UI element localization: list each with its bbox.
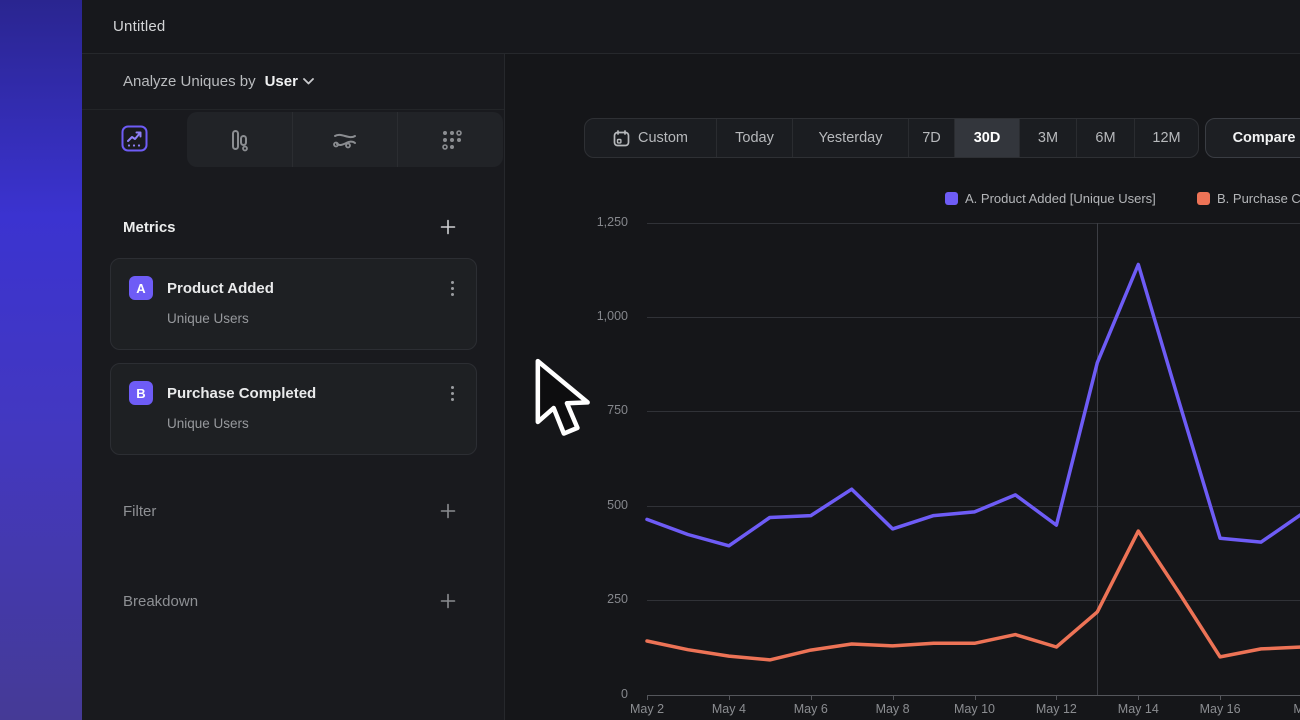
y-axis-label: 1,000 (505, 309, 628, 323)
app-window: Untitled Analyze Uniques by User (82, 0, 1300, 720)
legend-item-b[interactable]: B. Purchase Co (1197, 191, 1300, 206)
tab-flow-chart[interactable] (292, 112, 398, 167)
analyze-by-label: Analyze Uniques by (123, 73, 256, 90)
x-axis-label: May 8 (876, 702, 910, 716)
daterange-option-3m[interactable]: 3M (1019, 119, 1076, 157)
daterange-option-12m[interactable]: 12M (1134, 119, 1198, 157)
analyze-by-dropdown[interactable]: User (265, 73, 314, 90)
daterange-option-today[interactable]: Today (716, 119, 792, 157)
chart-panel: Custom Today Yesterday 7D 30D 3M 6M 12M … (505, 54, 1300, 720)
daterange-option-label: 12M (1152, 130, 1180, 146)
axis-tick (729, 696, 730, 700)
daterange-option-label: 3M (1038, 130, 1058, 146)
compare-button[interactable]: Compare (1205, 118, 1300, 158)
metric-badge-a: A (129, 276, 153, 300)
x-axis-label: May 12 (1036, 702, 1077, 716)
tab-bar-chart[interactable] (187, 112, 292, 167)
y-axis-label: 250 (505, 592, 628, 606)
daterange-option-30d[interactable]: 30D (954, 119, 1019, 157)
filter-section-header: Filter (82, 500, 504, 522)
y-axis-label: 750 (505, 403, 628, 417)
chart-plot-area[interactable] (647, 223, 1300, 695)
axis-tick (1138, 696, 1139, 700)
axis-tick (647, 696, 648, 700)
chart-legend: A. Product Added [Unique Users] B. Purch… (505, 191, 1300, 207)
daterange-option-label: 7D (922, 130, 941, 146)
date-range-bar: Custom Today Yesterday 7D 30D 3M 6M 12M … (584, 118, 1300, 158)
chart-type-tab-group (187, 112, 503, 167)
daterange-option-label: 6M (1095, 130, 1115, 146)
add-metric-button[interactable] (439, 218, 457, 236)
legend-label: A. Product Added [Unique Users] (965, 191, 1156, 206)
report-title[interactable]: Untitled (113, 18, 165, 35)
metric-title[interactable]: Product Added (167, 280, 444, 297)
daterange-option-label: 30D (974, 130, 1001, 146)
tab-line-chart[interactable] (82, 110, 187, 166)
metric-card-b[interactable]: B Purchase Completed Unique Users (110, 363, 477, 455)
axis-tick (811, 696, 812, 700)
breakdown-section-header: Breakdown (82, 590, 504, 612)
x-axis-line (647, 695, 1300, 696)
plus-icon (440, 219, 456, 235)
plus-icon (440, 593, 456, 609)
tab-grid-chart[interactable] (397, 112, 503, 167)
x-axis-label: May 4 (712, 702, 746, 716)
daterange-option-6m[interactable]: 6M (1076, 119, 1134, 157)
daterange-option-7d[interactable]: 7D (908, 119, 954, 157)
legend-swatch-b (1197, 192, 1210, 205)
metrics-header-label: Metrics (123, 219, 176, 236)
chart-type-tabs (82, 110, 504, 170)
axis-tick (1056, 696, 1057, 700)
daterange-option-yesterday[interactable]: Yesterday (792, 119, 908, 157)
metric-options-button[interactable] (444, 384, 460, 402)
x-axis-label: May 14 (1118, 702, 1159, 716)
axis-tick (975, 696, 976, 700)
metric-card-a[interactable]: A Product Added Unique Users (110, 258, 477, 350)
add-filter-button[interactable] (439, 502, 457, 520)
y-axis-label: 0 (505, 687, 628, 701)
metric-options-button[interactable] (444, 279, 460, 297)
plus-icon (440, 503, 456, 519)
axis-tick (1220, 696, 1221, 700)
metric-badge-b: B (129, 381, 153, 405)
breakdown-header-label: Breakdown (123, 593, 198, 610)
grid-chart-icon (438, 127, 464, 153)
y-axis-label: 500 (505, 498, 628, 512)
top-bar: Untitled (82, 0, 1300, 54)
analyze-by-row: Analyze Uniques by User (82, 54, 504, 110)
x-axis-label: May 2 (630, 702, 664, 716)
daterange-option-label: Today (735, 130, 774, 146)
y-axis-label: 1,250 (505, 215, 628, 229)
series-line (647, 265, 1300, 546)
metric-subtitle[interactable]: Unique Users (167, 311, 460, 326)
left-accent-strip (0, 0, 82, 720)
metrics-section-header: Metrics (82, 216, 504, 238)
metric-subtitle[interactable]: Unique Users (167, 416, 460, 431)
chart-lines (647, 265, 1300, 660)
filter-header-label: Filter (123, 503, 156, 520)
x-axis-label: May 16 (1200, 702, 1241, 716)
flow-chart-icon (331, 126, 359, 154)
chevron-down-icon (303, 78, 314, 85)
legend-item-a[interactable]: A. Product Added [Unique Users] (945, 191, 1156, 206)
legend-label: B. Purchase Co (1217, 191, 1300, 206)
line-chart-icon (121, 125, 148, 152)
date-range-segments: Custom Today Yesterday 7D 30D 3M 6M 12M (584, 118, 1199, 158)
axis-tick (893, 696, 894, 700)
daterange-option-label: Custom (638, 130, 688, 146)
x-axis-label: May 6 (794, 702, 828, 716)
query-sidebar: Analyze Uniques by User (82, 54, 505, 720)
calendar-icon (613, 130, 630, 147)
add-breakdown-button[interactable] (439, 592, 457, 610)
x-axis-label: Ma (1293, 702, 1300, 716)
x-axis-label: May 10 (954, 702, 995, 716)
daterange-option-custom[interactable]: Custom (585, 119, 716, 157)
analyze-by-value: User (265, 73, 298, 90)
metric-title[interactable]: Purchase Completed (167, 385, 444, 402)
bar-chart-icon (226, 127, 252, 153)
series-line (647, 531, 1300, 660)
daterange-option-label: Yesterday (819, 130, 883, 146)
legend-swatch-a (945, 192, 958, 205)
